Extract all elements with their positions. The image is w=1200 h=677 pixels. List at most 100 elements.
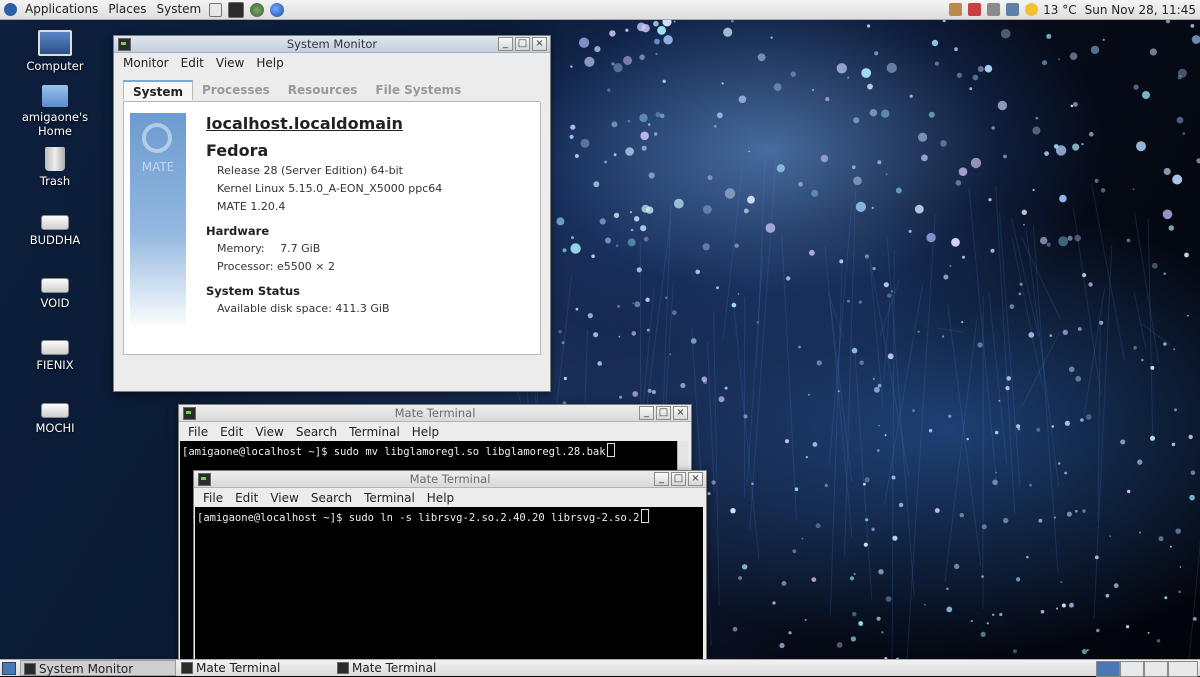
terminal-line: [amigaone@localhost ~]$ sudo ln -s librs…: [197, 509, 649, 524]
tab-file-systems[interactable]: File Systems: [366, 80, 470, 101]
desktop-icon-computer[interactable]: Computer: [10, 30, 100, 73]
computer-icon: [38, 30, 72, 56]
taskbar-item-terminal-2[interactable]: Mate Terminal: [334, 660, 506, 676]
system-monitor-titlebar[interactable]: System Monitor _ □ ×: [114, 36, 550, 53]
minimize-button[interactable]: _: [639, 406, 654, 420]
taskbar-item-terminal-1[interactable]: Mate Terminal: [178, 660, 350, 676]
menu-help[interactable]: Help: [421, 488, 460, 508]
drive-icon: [41, 403, 69, 418]
release-info: Release 28 (Server Edition) 64-bit: [217, 164, 403, 177]
drive-icon: [41, 278, 69, 293]
distro-name: Fedora: [206, 141, 268, 160]
update-notifier-icon[interactable]: [968, 3, 981, 16]
close-button[interactable]: ×: [532, 37, 547, 51]
firefox-launcher-icon[interactable]: [270, 3, 284, 17]
network-icon[interactable]: [1006, 3, 1019, 16]
window-title: Mate Terminal: [410, 472, 491, 486]
kernel-info: Kernel Linux 5.15.0_A-EON_X5000 ppc64: [217, 182, 442, 195]
minimize-button[interactable]: _: [498, 37, 513, 51]
close-button[interactable]: ×: [688, 472, 703, 486]
trash-icon: [45, 147, 65, 171]
menu-edit[interactable]: Edit: [229, 488, 264, 508]
menu-terminal[interactable]: Terminal: [343, 422, 406, 442]
terminal-window-icon[interactable]: [198, 473, 211, 486]
menu-view[interactable]: View: [210, 53, 250, 73]
system-info-panel: MATE localhost.localdomain Fedora Releas…: [123, 102, 541, 355]
desktop-icon-void[interactable]: VOID: [10, 268, 100, 310]
menu-search[interactable]: Search: [305, 488, 358, 508]
memory-value: 7.7 GiB: [280, 242, 320, 255]
menu-monitor[interactable]: Monitor: [117, 53, 175, 73]
menu-file[interactable]: File: [182, 422, 214, 442]
terminal-command-text: [amigaone@localhost ~]$ sudo mv libglamo…: [182, 446, 606, 458]
terminal-line: [amigaone@localhost ~]$ sudo mv libglamo…: [182, 443, 615, 458]
tab-bar: System Processes Resources File Systems: [123, 80, 540, 102]
menu-file[interactable]: File: [197, 488, 229, 508]
processor-value: e5500 × 2: [277, 260, 335, 273]
close-button[interactable]: ×: [673, 406, 688, 420]
system-monitor-window: System Monitor _ □ × Monitor Edit View H…: [113, 35, 551, 392]
hostname: localhost.localdomain: [206, 114, 403, 133]
desktop-icon-label: amigaone's Home: [20, 110, 90, 138]
menu-view[interactable]: View: [264, 488, 304, 508]
desktop-version: MATE 1.20.4: [217, 200, 285, 213]
memory-label: Memory:: [217, 242, 265, 255]
desktop-icon-trash[interactable]: Trash: [10, 147, 100, 188]
desktop-icon-fienix[interactable]: FIENIX: [10, 330, 100, 372]
taskbar-item-system-monitor[interactable]: System Monitor: [20, 660, 176, 676]
tab-processes[interactable]: Processes: [193, 80, 279, 101]
desktop-icon-home[interactable]: amigaone's Home: [10, 85, 100, 138]
volume-icon[interactable]: [987, 3, 1000, 16]
minimize-button[interactable]: _: [654, 472, 669, 486]
terminal-task-icon: [337, 662, 349, 674]
system-tray: 13 °C Sun Nov 28, 11:45: [946, 0, 1200, 19]
weather-temperature[interactable]: 13 °C: [1043, 3, 1076, 17]
clipboard-icon[interactable]: [949, 3, 962, 16]
menu-help[interactable]: Help: [406, 422, 445, 442]
menu-terminal[interactable]: Terminal: [358, 488, 421, 508]
applications-menu[interactable]: Applications: [20, 0, 103, 19]
desktop-icon-label: VOID: [10, 296, 100, 310]
terminal-cursor: [641, 509, 649, 523]
disk-space-label: Available disk space:: [217, 302, 332, 315]
clock[interactable]: Sun Nov 28, 11:45: [1085, 3, 1196, 17]
desktop-icon-buddha[interactable]: BUDDHA: [10, 205, 100, 247]
terminal-titlebar[interactable]: Mate Terminal _ □ ×: [179, 405, 691, 422]
maximize-button[interactable]: □: [656, 406, 671, 420]
terminal-screen[interactable]: [amigaone@localhost ~]$ sudo ln -s librs…: [195, 507, 703, 659]
taskbar-item-label: Mate Terminal: [352, 661, 436, 675]
tab-system[interactable]: System: [123, 80, 193, 101]
maximize-button[interactable]: □: [671, 472, 686, 486]
disk-space-value: 411.3 GiB: [335, 302, 389, 315]
home-folder-icon: [42, 85, 68, 107]
menu-edit[interactable]: Edit: [175, 53, 210, 73]
terminal-window-icon[interactable]: [183, 407, 196, 420]
terminal-titlebar[interactable]: Mate Terminal _ □ ×: [194, 471, 706, 488]
drive-icon: [41, 215, 69, 230]
drive-icon: [41, 340, 69, 355]
weather-sun-icon[interactable]: [1025, 3, 1038, 16]
terminal-menubar: File Edit View Search Terminal Help: [194, 488, 706, 508]
tab-resources[interactable]: Resources: [279, 80, 367, 101]
desktop-icon-mochi[interactable]: MOCHI: [10, 393, 100, 435]
terminal-cursor: [607, 443, 615, 457]
bottom-panel: System Monitor Mate Terminal Mate Termin…: [0, 659, 1200, 676]
show-desktop-icon[interactable]: [2, 662, 16, 675]
top-panel: Applications Places System 13 °C Sun Nov…: [0, 0, 1200, 20]
system-status-heading: System Status: [206, 284, 300, 298]
terminal-task-icon: [181, 662, 193, 674]
menu-view[interactable]: View: [249, 422, 289, 442]
system-monitor-window-icon[interactable]: [118, 38, 131, 51]
text-editor-launcher-icon[interactable]: [209, 3, 222, 17]
maximize-button[interactable]: □: [515, 37, 530, 51]
menu-edit[interactable]: Edit: [214, 422, 249, 442]
menu-search[interactable]: Search: [290, 422, 343, 442]
system-menu[interactable]: System: [151, 0, 206, 19]
processor-label: Processor:: [217, 260, 274, 273]
system-monitor-launcher-icon[interactable]: [250, 3, 264, 17]
menu-help[interactable]: Help: [250, 53, 289, 73]
fedora-logo-icon[interactable]: [4, 3, 17, 16]
terminal-launcher-icon[interactable]: [228, 2, 244, 18]
desktop-icon-label: Trash: [10, 174, 100, 188]
places-menu[interactable]: Places: [103, 0, 151, 19]
